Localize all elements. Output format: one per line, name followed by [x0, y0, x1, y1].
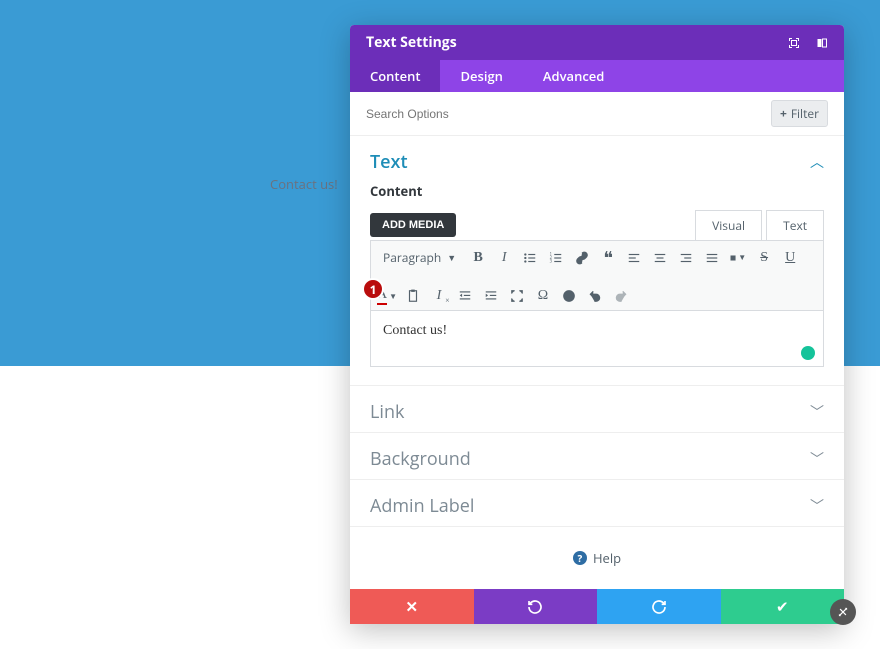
section-admin-label-header[interactable]: Admin Label ﹀	[350, 480, 844, 526]
expand-icon[interactable]	[788, 32, 800, 54]
quote-icon[interactable]: ❝	[600, 250, 616, 266]
redo-button[interactable]	[597, 589, 721, 624]
modal-header: Text Settings	[350, 25, 844, 60]
redo-icon[interactable]	[613, 288, 629, 304]
filter-button[interactable]: + Filter	[771, 100, 828, 127]
link-icon[interactable]	[574, 250, 590, 266]
clear-format-icon[interactable]: I×	[431, 288, 447, 304]
align-justify-icon[interactable]	[704, 250, 720, 266]
chevron-down-icon: ﹀	[810, 402, 824, 422]
add-media-button[interactable]: ADD MEDIA	[370, 213, 456, 237]
align-center-icon[interactable]	[652, 250, 668, 266]
help-row[interactable]: ? Help	[350, 527, 844, 589]
outdent-icon[interactable]	[457, 288, 473, 304]
header-controls	[788, 32, 828, 54]
strike-icon[interactable]: S	[756, 250, 772, 266]
fullscreen-icon[interactable]	[509, 288, 525, 304]
undo-icon[interactable]	[587, 288, 603, 304]
plus-icon: +	[780, 105, 787, 122]
editor-top: ADD MEDIA Visual Text	[370, 210, 824, 240]
content-label: Content	[350, 182, 844, 210]
help-icon: ?	[573, 551, 587, 565]
undo-button[interactable]	[474, 589, 598, 624]
editor-tab-visual[interactable]: Visual	[695, 210, 762, 240]
section-link-title: Link	[370, 400, 404, 424]
annotation-badge-1: 1	[362, 278, 384, 300]
align-right-icon[interactable]	[678, 250, 694, 266]
grammarly-icon[interactable]	[801, 346, 815, 360]
svg-text:3: 3	[550, 259, 553, 264]
section-background-title: Background	[370, 447, 471, 471]
editor-wrap: ADD MEDIA Visual Text Paragraph ▼ B I 12…	[350, 210, 844, 385]
snap-icon[interactable]	[816, 32, 828, 54]
cancel-button[interactable]: ✕	[350, 589, 474, 624]
indent-icon[interactable]	[483, 288, 499, 304]
format-select[interactable]: Paragraph ▼	[379, 247, 460, 268]
check-icon: ✔	[776, 597, 789, 617]
underline-icon[interactable]: U	[782, 250, 798, 266]
bold-icon[interactable]: B	[470, 250, 486, 266]
special-char-icon[interactable]: Ω	[535, 288, 551, 304]
redo-big-icon	[651, 599, 667, 615]
resize-icon	[836, 605, 850, 619]
align-left-icon[interactable]	[626, 250, 642, 266]
close-icon: ✕	[405, 597, 418, 617]
search-input[interactable]	[366, 107, 566, 121]
section-text-title: Text	[370, 150, 408, 174]
modal-title: Text Settings	[366, 33, 457, 52]
undo-big-icon	[527, 599, 543, 615]
editor-toolbar: Paragraph ▼ B I 123 ❝ ▼ S U A▼ I× Ω	[370, 240, 824, 311]
preview-text: Contact us!	[270, 175, 338, 193]
help-label: Help	[593, 549, 621, 567]
search-row: + Filter	[350, 92, 844, 136]
table-icon[interactable]: ▼	[730, 250, 746, 266]
paste-text-icon[interactable]	[405, 288, 421, 304]
editor-tabs: Visual Text	[695, 210, 824, 240]
section-link-header[interactable]: Link ﹀	[350, 386, 844, 432]
number-list-icon[interactable]: 123	[548, 250, 564, 266]
tab-content[interactable]: Content	[350, 60, 440, 92]
resize-handle[interactable]	[830, 599, 856, 625]
format-label: Paragraph	[383, 249, 441, 266]
tab-bar: Content Design Advanced	[350, 60, 844, 92]
italic-icon[interactable]: I	[496, 250, 512, 266]
editor-body[interactable]: Contact us!	[370, 311, 824, 367]
section-admin-label-title: Admin Label	[370, 494, 474, 518]
filter-label: Filter	[791, 105, 819, 122]
editor-body-text: Contact us!	[383, 323, 447, 338]
action-bar: ✕ ✔	[350, 589, 844, 624]
editor-tab-text[interactable]: Text	[766, 210, 824, 240]
tab-design[interactable]: Design	[440, 60, 522, 92]
chevron-down-icon: ﹀	[810, 496, 824, 516]
chevron-up-icon: ︿	[810, 152, 824, 172]
emoji-icon[interactable]	[561, 288, 577, 304]
caret-down-icon: ▼	[447, 251, 456, 264]
save-button[interactable]: ✔	[721, 589, 845, 624]
bullet-list-icon[interactable]	[522, 250, 538, 266]
tab-advanced[interactable]: Advanced	[523, 60, 624, 92]
chevron-down-icon: ﹀	[810, 449, 824, 469]
text-settings-modal: Text Settings Content Design Advanced + …	[350, 25, 844, 624]
section-background-header[interactable]: Background ﹀	[350, 433, 844, 479]
section-text-header[interactable]: Text ︿	[350, 136, 844, 182]
